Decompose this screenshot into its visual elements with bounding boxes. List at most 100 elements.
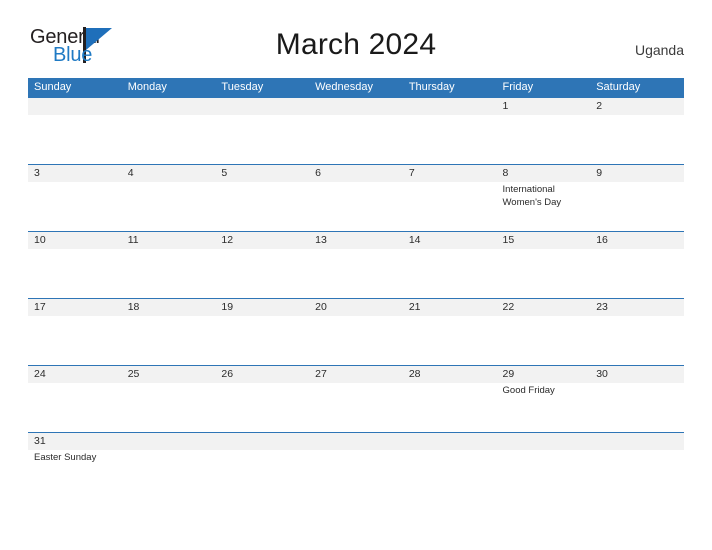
calendar-week-row: 31 Easter Sunday	[28, 432, 684, 494]
day-number[interactable]: 26	[215, 366, 309, 383]
week-date-band: 3 4 5 6 7 8 9	[28, 165, 684, 182]
day-event	[215, 383, 309, 432]
day-number[interactable]	[590, 433, 684, 450]
day-number[interactable]: 29	[497, 366, 591, 383]
day-event	[215, 316, 309, 365]
day-number[interactable]: 17	[28, 299, 122, 316]
day-event	[403, 450, 497, 494]
day-event	[590, 383, 684, 432]
day-event	[403, 182, 497, 231]
day-number[interactable]: 1	[497, 98, 591, 115]
day-number[interactable]: 12	[215, 232, 309, 249]
day-event	[309, 450, 403, 494]
week-date-band: 1 2	[28, 98, 684, 115]
day-number[interactable]: 2	[590, 98, 684, 115]
day-number[interactable]: 21	[403, 299, 497, 316]
day-event	[215, 182, 309, 231]
day-number[interactable]: 30	[590, 366, 684, 383]
weekday-header-saturday: Saturday	[596, 81, 641, 93]
weekday-header-monday: Monday	[127, 81, 167, 93]
calendar-week-row: 3 4 5 6 7 8 9 International Women's Day	[28, 164, 684, 231]
day-event	[309, 249, 403, 298]
day-number[interactable]	[309, 98, 403, 115]
day-number[interactable]: 11	[122, 232, 216, 249]
week-event-band	[28, 316, 684, 365]
day-number[interactable]: 22	[497, 299, 591, 316]
day-number[interactable]: 13	[309, 232, 403, 249]
day-number[interactable]: 27	[309, 366, 403, 383]
day-event	[28, 249, 122, 298]
day-event	[590, 316, 684, 365]
week-event-band: Good Friday	[28, 383, 684, 432]
day-number[interactable]	[28, 98, 122, 115]
day-number[interactable]	[122, 433, 216, 450]
day-number[interactable]: 31	[28, 433, 122, 450]
weekday-header-thursday: Thursday	[408, 81, 455, 93]
calendar-grid: Sunday Monday Tuesday Wednesday Thursday…	[28, 78, 684, 494]
week-event-band: Easter Sunday	[28, 450, 684, 494]
day-number[interactable]: 8	[497, 165, 591, 182]
day-number[interactable]: 5	[215, 165, 309, 182]
calendar-page: General Blue March 2024 Uganda Sunday Mo…	[0, 0, 712, 550]
day-number[interactable]	[215, 98, 309, 115]
week-date-band: 10 11 12 13 14 15 16	[28, 232, 684, 249]
day-number[interactable]	[403, 98, 497, 115]
calendar-week-row: 1 2	[28, 97, 684, 164]
day-event	[215, 115, 309, 164]
day-number[interactable]: 6	[309, 165, 403, 182]
day-number[interactable]: 4	[122, 165, 216, 182]
day-event: Easter Sunday	[34, 452, 97, 463]
day-number[interactable]: 25	[122, 366, 216, 383]
calendar-week-row: 24 25 26 27 28 29 30 Good Friday	[28, 365, 684, 432]
day-event	[497, 450, 591, 494]
day-number[interactable]: 15	[497, 232, 591, 249]
day-event	[215, 249, 309, 298]
day-number[interactable]: 3	[28, 165, 122, 182]
day-number[interactable]: 18	[122, 299, 216, 316]
day-event	[403, 383, 497, 432]
week-event-band: International Women's Day	[28, 182, 684, 231]
weekday-header-row: Sunday Monday Tuesday Wednesday Thursday…	[28, 78, 684, 97]
day-number[interactable]	[215, 433, 309, 450]
day-number[interactable]: 23	[590, 299, 684, 316]
day-event	[215, 450, 309, 494]
weekday-header-sunday: Sunday	[34, 81, 72, 93]
day-event	[122, 182, 216, 231]
day-event	[497, 249, 591, 298]
day-event	[28, 316, 122, 365]
day-number[interactable]: 10	[28, 232, 122, 249]
day-number[interactable]: 14	[403, 232, 497, 249]
day-number[interactable]: 24	[28, 366, 122, 383]
weekday-header-tuesday: Tuesday	[221, 81, 264, 93]
day-event	[590, 249, 684, 298]
day-number[interactable]	[309, 433, 403, 450]
week-date-band: 17 18 19 20 21 22 23	[28, 299, 684, 316]
day-event	[122, 249, 216, 298]
page-title: March 2024	[275, 28, 437, 61]
week-event-band	[28, 115, 684, 164]
day-number[interactable]	[403, 433, 497, 450]
calendar-week-row: 10 11 12 13 14 15 16	[28, 231, 684, 298]
day-number[interactable]: 28	[403, 366, 497, 383]
day-number[interactable]: 16	[590, 232, 684, 249]
day-event	[122, 316, 216, 365]
week-date-band: 24 25 26 27 28 29 30	[28, 366, 684, 383]
day-number[interactable]: 19	[215, 299, 309, 316]
day-number[interactable]: 7	[403, 165, 497, 182]
day-event	[403, 316, 497, 365]
day-event: International Women's Day	[502, 184, 562, 208]
day-event	[28, 182, 122, 231]
day-event	[403, 249, 497, 298]
day-event	[309, 182, 403, 231]
day-event	[497, 316, 591, 365]
page-header: General Blue March 2024 Uganda	[28, 26, 684, 74]
day-event	[309, 115, 403, 164]
calendar-week-row: 17 18 19 20 21 22 23	[28, 298, 684, 365]
day-number[interactable]: 20	[309, 299, 403, 316]
day-number[interactable]	[122, 98, 216, 115]
day-number[interactable]	[497, 433, 591, 450]
day-event	[590, 182, 684, 231]
day-number[interactable]: 9	[590, 165, 684, 182]
day-event	[122, 450, 216, 494]
week-date-band: 31	[28, 433, 684, 450]
